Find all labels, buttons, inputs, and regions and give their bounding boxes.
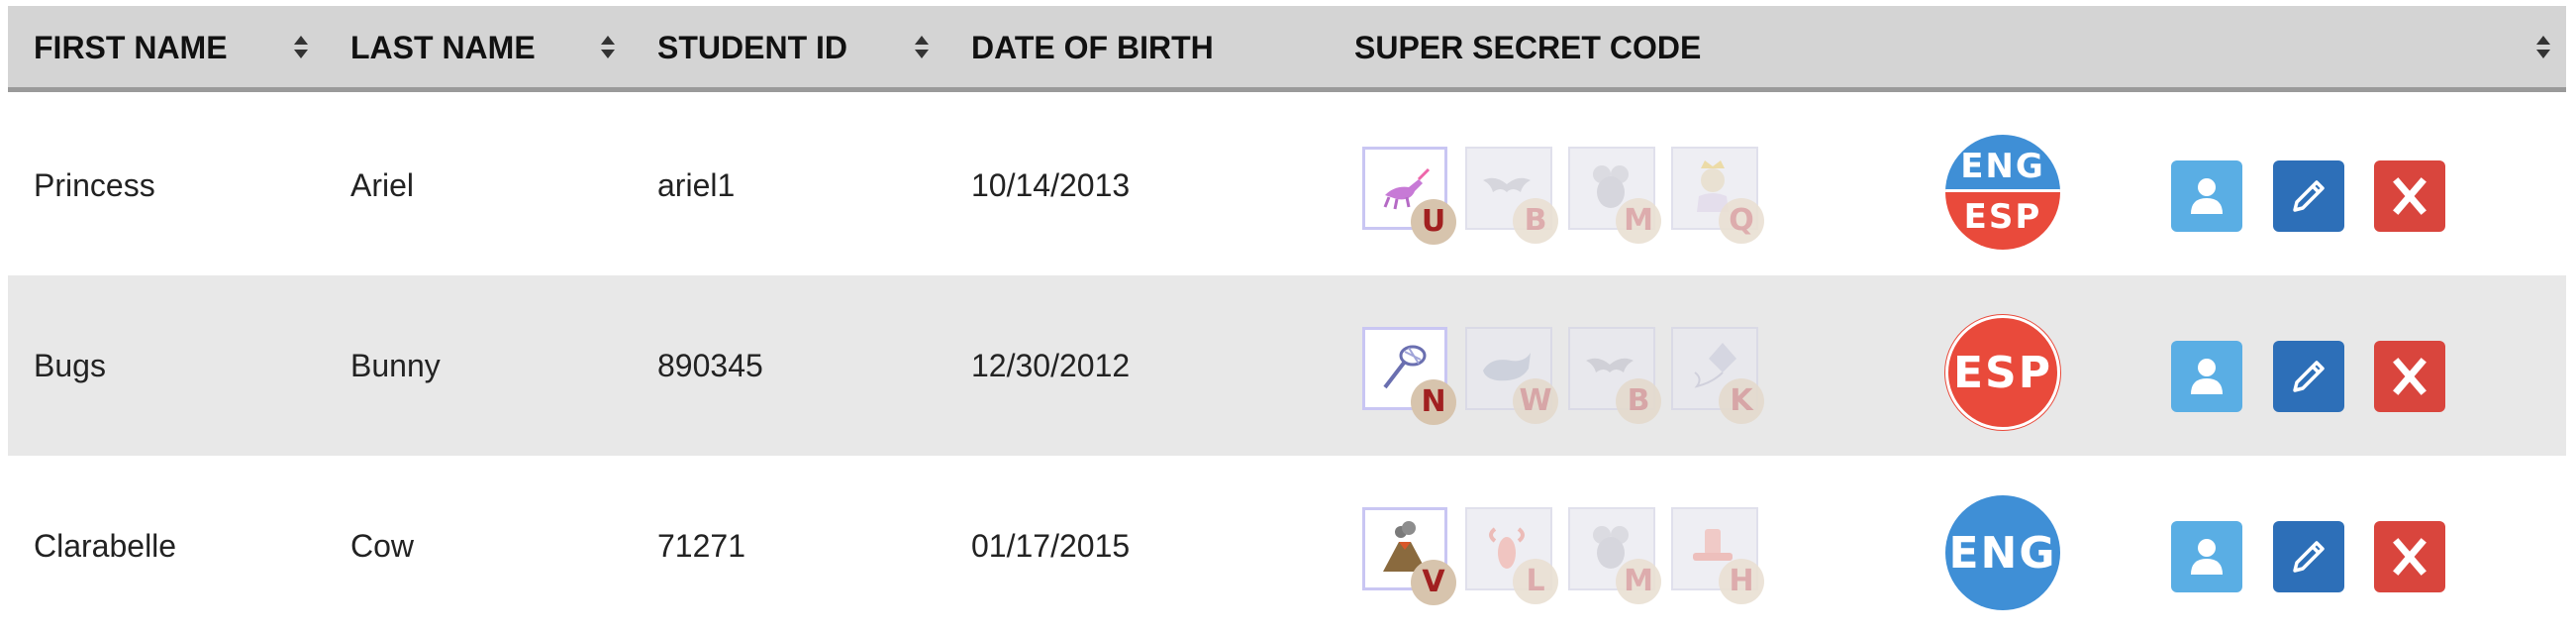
last-name-cell: Bunny bbox=[350, 348, 441, 383]
user-profile-icon bbox=[2191, 178, 2223, 214]
header-last-name[interactable]: LAST NAME bbox=[350, 6, 536, 87]
sort-first-name-icon[interactable] bbox=[293, 36, 309, 61]
code-tile[interactable]: U bbox=[1362, 147, 1456, 245]
code-tile[interactable]: W bbox=[1465, 327, 1558, 424]
code-letter-badge: N bbox=[1411, 379, 1456, 425]
student-id-cell: 71271 bbox=[657, 528, 745, 564]
edit-button[interactable] bbox=[2273, 160, 2344, 232]
delete-button[interactable] bbox=[2374, 160, 2445, 232]
table-row: Bugs Bunny 890345 12/30/2012 N W B K ESP bbox=[8, 275, 2566, 456]
code-letter-badge: L bbox=[1513, 559, 1558, 604]
last-name-cell: Cow bbox=[350, 528, 415, 564]
edit-button[interactable] bbox=[2273, 521, 2344, 592]
code-letter-badge: M bbox=[1616, 559, 1661, 604]
code-letter-badge: V bbox=[1411, 560, 1456, 605]
sort-secret-code-icon[interactable] bbox=[2535, 36, 2551, 61]
dob-cell: 01/17/2015 bbox=[971, 528, 1131, 564]
code-tile[interactable]: M bbox=[1568, 507, 1661, 604]
language-esp-label: ESP bbox=[1953, 347, 2052, 398]
user-profile-icon bbox=[2191, 359, 2223, 394]
code-letter-badge: W bbox=[1513, 378, 1558, 424]
close-x-icon bbox=[2393, 538, 2427, 576]
close-x-icon bbox=[2393, 358, 2427, 395]
view-profile-button[interactable] bbox=[2171, 160, 2242, 232]
code-letter-badge: Q bbox=[1719, 198, 1764, 244]
student-id-cell: 890345 bbox=[657, 348, 763, 383]
table-header: FIRST NAME LAST NAME STUDENT ID DATE OF … bbox=[8, 6, 2566, 92]
language-esp-label: ESP bbox=[1945, 189, 2060, 250]
code-tile[interactable]: B bbox=[1568, 327, 1661, 424]
view-profile-button[interactable] bbox=[2171, 341, 2242, 412]
code-tile[interactable]: N bbox=[1362, 327, 1456, 425]
table-row: Clarabelle Cow 71271 01/17/2015 V L M H … bbox=[8, 456, 2566, 636]
pencil-icon bbox=[2293, 361, 2325, 392]
language-badge-esp: ESP bbox=[1945, 315, 2060, 430]
header-first-name[interactable]: FIRST NAME bbox=[34, 6, 228, 87]
secret-code-strip: V L M H bbox=[1362, 507, 1785, 605]
code-tile[interactable]: L bbox=[1465, 507, 1558, 604]
dob-cell: 12/30/2012 bbox=[971, 348, 1131, 383]
language-badge-eng: ENG bbox=[1945, 495, 2060, 610]
edit-button[interactable] bbox=[2273, 341, 2344, 412]
code-letter-badge: U bbox=[1411, 199, 1456, 245]
student-table: FIRST NAME LAST NAME STUDENT ID DATE OF … bbox=[0, 0, 2576, 624]
code-letter-badge: B bbox=[1616, 378, 1661, 424]
delete-button[interactable] bbox=[2374, 341, 2445, 412]
code-tile[interactable]: K bbox=[1671, 327, 1764, 424]
language-eng-label: ENG bbox=[1945, 135, 2060, 192]
code-letter-badge: H bbox=[1719, 559, 1764, 604]
code-tile[interactable]: M bbox=[1568, 147, 1661, 244]
user-profile-icon bbox=[2191, 539, 2223, 575]
code-tile[interactable]: Q bbox=[1671, 147, 1764, 244]
header-student-id[interactable]: STUDENT ID bbox=[657, 6, 847, 87]
code-letter-badge: K bbox=[1719, 378, 1764, 424]
close-x-icon bbox=[2393, 177, 2427, 215]
sort-last-name-icon[interactable] bbox=[600, 36, 616, 61]
code-letter-badge: M bbox=[1616, 198, 1661, 244]
header-date-of-birth: DATE OF BIRTH bbox=[971, 30, 1214, 65]
secret-code-strip: U B M Q bbox=[1362, 147, 1785, 245]
view-profile-button[interactable] bbox=[2171, 521, 2242, 592]
delete-button[interactable] bbox=[2374, 521, 2445, 592]
pencil-icon bbox=[2293, 541, 2325, 573]
code-tile[interactable]: V bbox=[1362, 507, 1456, 605]
first-name-cell: Clarabelle bbox=[34, 528, 177, 564]
header-super-secret-code[interactable]: SUPER SECRET CODE bbox=[1354, 6, 1701, 87]
table-row: Princess Ariel ariel1 10/14/2013 U B M Q… bbox=[8, 95, 2566, 275]
language-eng-label: ENG bbox=[1948, 527, 2057, 579]
secret-code-strip: N W B K bbox=[1362, 327, 1785, 425]
first-name-cell: Bugs bbox=[34, 348, 106, 383]
sort-student-id-icon[interactable] bbox=[914, 36, 930, 61]
code-tile[interactable]: B bbox=[1465, 147, 1558, 244]
language-badge-eng-esp: ENG ESP bbox=[1945, 135, 2060, 250]
student-id-cell: ariel1 bbox=[657, 167, 736, 203]
pencil-icon bbox=[2293, 180, 2325, 212]
code-letter-badge: B bbox=[1513, 198, 1558, 244]
dob-cell: 10/14/2013 bbox=[971, 167, 1131, 203]
last-name-cell: Ariel bbox=[350, 167, 415, 203]
code-tile[interactable]: H bbox=[1671, 507, 1764, 604]
first-name-cell: Princess bbox=[34, 167, 155, 203]
